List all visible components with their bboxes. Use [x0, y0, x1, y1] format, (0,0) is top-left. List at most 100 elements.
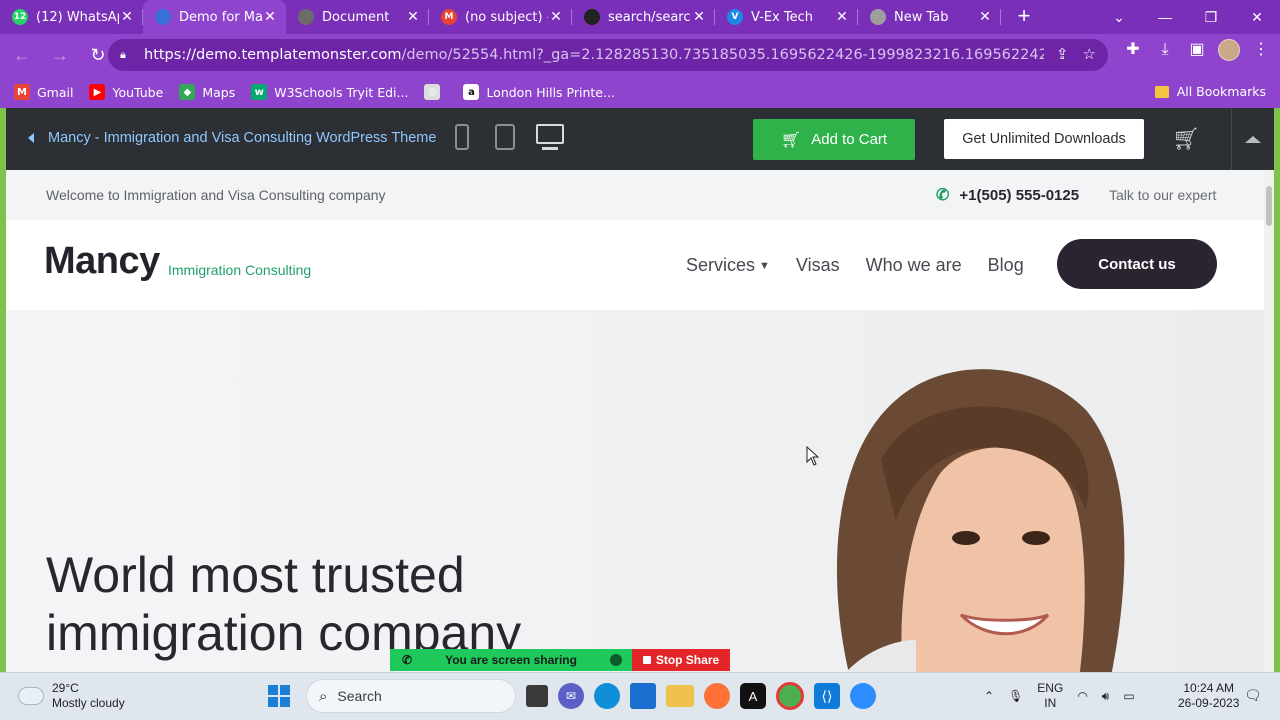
close-window-icon[interactable]: ✕	[1234, 9, 1280, 26]
browser-tab[interactable]: V V-Ex Tech ✕	[715, 0, 858, 34]
theme-back-link[interactable]: Mancy - Immigration and Visa Consulting …	[28, 130, 436, 146]
stop-share-button[interactable]: Stop Share	[632, 649, 730, 671]
weather-temp: 29°C	[52, 681, 79, 695]
share-icon[interactable]: ⇪	[1056, 45, 1069, 63]
bookmark-item[interactable]: M Gmail	[14, 84, 73, 100]
templatemonster-bar: Mancy - Immigration and Visa Consulting …	[6, 108, 1274, 170]
phone-icon: ✆	[402, 653, 413, 667]
taskbar-search[interactable]: ⌕ Search	[306, 679, 516, 713]
hero-portrait-image	[837, 369, 1125, 672]
tab-close-icon[interactable]: ✕	[834, 9, 850, 25]
store-icon[interactable]	[630, 683, 656, 709]
w3schools-icon: w	[251, 84, 268, 100]
browser-tab[interactable]: M (no subject) - ✕	[429, 0, 572, 34]
bookmark-item[interactable]: w W3Schools Tryit Edi...	[251, 84, 408, 100]
tab-title: Demo for Mancy	[179, 9, 262, 25]
url-path: /demo/52554.html?_ga=2.128285130.7351850…	[401, 47, 1044, 63]
tab-title: (12) WhatsApp	[36, 9, 119, 25]
notification-icon[interactable]: 🗨︎	[1244, 687, 1262, 704]
task-view-icon[interactable]	[526, 685, 548, 707]
battery-icon[interactable]: ▭	[1123, 689, 1134, 703]
chrome-icon[interactable]	[776, 682, 804, 710]
cloudy-weather-icon	[16, 683, 44, 705]
contact-us-button[interactable]: Contact us	[1057, 239, 1217, 289]
extensions-puzzle-icon[interactable]: ✚	[1122, 39, 1144, 61]
taskbar-search-label: Search	[337, 688, 382, 704]
app-a-icon[interactable]: A	[740, 683, 766, 709]
file-explorer-icon[interactable]	[666, 685, 694, 707]
tab-close-icon[interactable]: ✕	[548, 9, 564, 25]
nav-visas[interactable]: Visas	[796, 255, 840, 276]
mobile-view-icon[interactable]	[455, 124, 469, 150]
new-tab-button[interactable]: +	[1009, 2, 1039, 32]
tab-favicon-icon	[298, 9, 314, 25]
browser-tab[interactable]: search/search ✕	[572, 0, 715, 34]
volume-icon[interactable]: 🔊︎	[1102, 689, 1110, 704]
tab-favicon-icon	[870, 9, 886, 25]
bookmark-item[interactable]: ◆ Maps	[179, 84, 235, 100]
scrollbar-thumb[interactable]	[1266, 186, 1272, 226]
tab-close-icon[interactable]: ✕	[119, 9, 135, 25]
back-arrow-icon[interactable]: ←	[6, 39, 38, 71]
tab-close-icon[interactable]: ✕	[405, 9, 421, 25]
bookmark-item[interactable]: ◎	[424, 84, 447, 100]
tab-title: search/search	[608, 9, 691, 25]
language-indicator[interactable]: ENG IN	[1037, 681, 1063, 711]
phone-link[interactable]: ✆ +1(505) 555-0125	[936, 185, 1079, 205]
download-icon[interactable]: ⤓	[1154, 39, 1176, 61]
url-text[interactable]: https://demo.templatemonster.com/demo/52…	[144, 47, 1044, 63]
firefox-icon[interactable]	[704, 683, 730, 709]
system-tray: ⌃ 🎙︎ ENG IN ◠ 🔊︎ ▭	[984, 681, 1135, 711]
forward-arrow-icon[interactable]: →	[44, 39, 76, 71]
browser-tab[interactable]: Demo for Mancy✕	[143, 0, 286, 34]
unlimited-downloads-button[interactable]: Get Unlimited Downloads	[944, 119, 1144, 159]
language-line-1: ENG	[1037, 681, 1064, 695]
edge-icon[interactable]	[594, 683, 620, 709]
language-line-2: IN	[1044, 696, 1057, 710]
page-scrollbar[interactable]	[1264, 170, 1274, 672]
nav-blog[interactable]: Blog	[988, 255, 1024, 276]
add-to-cart-button[interactable]: 🛒︎ Add to Cart	[753, 119, 915, 160]
site-logo[interactable]: Mancy	[44, 240, 160, 283]
browser-tab[interactable]: Document ✕	[286, 0, 429, 34]
windows-taskbar: 29°C Mostly cloudy ⌕ Search ✉ A ⟨⟩ ⌃ 🎙︎ …	[0, 672, 1280, 720]
lock-icon[interactable]: 🔒︎	[120, 49, 132, 61]
tab-search-chevron-icon[interactable]: ⌄	[1096, 9, 1142, 26]
tab-close-icon[interactable]: ✕	[262, 9, 278, 25]
vscode-icon[interactable]: ⟨⟩	[814, 683, 840, 709]
cart-icon[interactable]: 🛒︎	[1172, 126, 1200, 152]
address-bar[interactable]: 🔒︎ https://demo.templatemonster.com/demo…	[108, 39, 1108, 71]
tablet-view-icon[interactable]	[495, 124, 515, 150]
weather-widget[interactable]: 29°C Mostly cloudy	[16, 681, 125, 711]
tab-close-icon[interactable]: ✕	[691, 9, 707, 25]
bookmark-item[interactable]: a London Hills Printe...	[463, 84, 615, 100]
desktop-view-icon[interactable]	[536, 124, 564, 150]
taskbar-clock[interactable]: 10:24 AM 26-09-2023	[1178, 681, 1239, 711]
stop-square-icon	[642, 656, 651, 664]
shield-icon	[610, 654, 622, 666]
restore-icon[interactable]: ❐	[1188, 9, 1234, 26]
collapse-bar-button[interactable]	[1231, 108, 1274, 170]
add-to-cart-label: Add to Cart	[811, 131, 888, 148]
teams-icon[interactable]: ✉	[558, 683, 584, 709]
minimize-icon[interactable]: —	[1142, 9, 1188, 25]
hero-section: World most trusted immigration company	[6, 310, 1264, 672]
menu-kebab-icon[interactable]: ⋮	[1250, 39, 1272, 61]
nav-who-we-are[interactable]: Who we are	[866, 255, 962, 276]
windows-start-icon[interactable]	[262, 679, 296, 713]
gmail-icon: M	[14, 84, 30, 100]
wifi-icon[interactable]: ◠	[1077, 689, 1087, 703]
tab-close-icon[interactable]: ✕	[977, 9, 993, 25]
all-bookmarks[interactable]: All Bookmarks	[1154, 84, 1266, 99]
side-panel-icon[interactable]: ▣	[1186, 39, 1208, 61]
bookmark-star-icon[interactable]: ☆	[1083, 45, 1096, 63]
browser-tab[interactable]: New Tab ✕	[858, 0, 1001, 34]
profile-avatar[interactable]	[1218, 39, 1240, 61]
chevron-up-icon[interactable]: ⌃	[984, 689, 994, 703]
bookmark-label: Maps	[202, 84, 236, 100]
browser-tab[interactable]: 12 (12) WhatsApp✕	[0, 0, 143, 34]
zoom-icon[interactable]	[850, 683, 876, 709]
bookmark-item[interactable]: ▶ YouTube	[89, 84, 163, 100]
nav-services[interactable]: Services ▼	[686, 255, 770, 276]
microphone-icon[interactable]: 🎙︎	[1008, 689, 1023, 703]
